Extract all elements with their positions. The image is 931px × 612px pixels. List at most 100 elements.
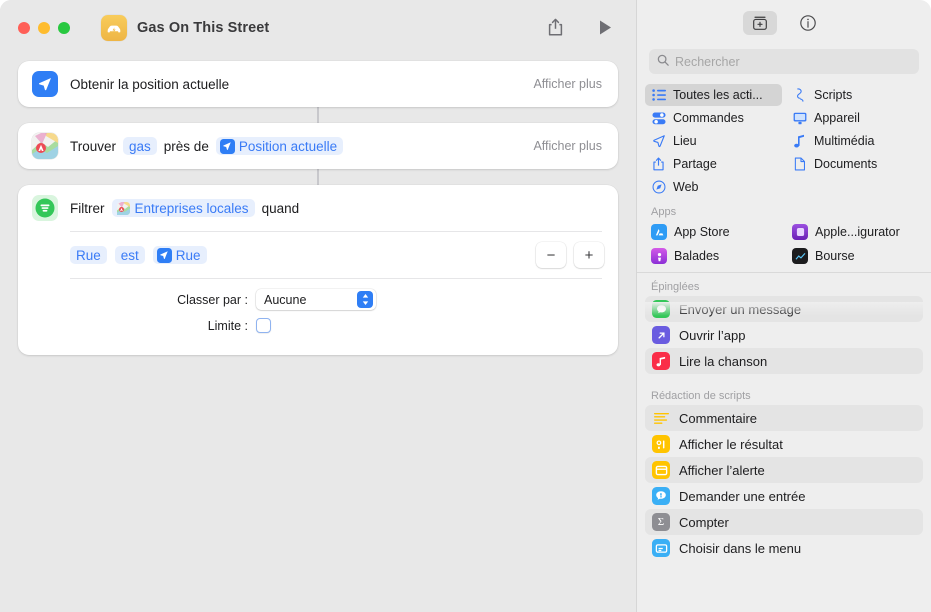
variable-token-label: Position actuelle <box>238 138 338 154</box>
sidebar-item-media[interactable]: Multimédia <box>786 130 923 152</box>
sidebar-item-web[interactable]: Web <box>645 176 782 198</box>
close-button[interactable] <box>18 21 30 34</box>
list-item-send-message[interactable]: Envoyer un message <box>645 296 923 322</box>
action-library-icon[interactable] <box>743 10 777 35</box>
sidebar-item-label: Appareil <box>814 111 860 125</box>
actions-canvas: Obtenir la position actuelle Afficher pl… <box>0 55 636 355</box>
sidebar-item-controls[interactable]: Commandes <box>645 107 782 129</box>
list-item-label: Ouvrir l’app <box>679 327 746 343</box>
filter-lines-icon <box>32 195 58 221</box>
filter-suffix: quand <box>261 200 300 216</box>
subject-token-label: Entreprises locales <box>134 200 249 216</box>
scripting-list: Commentaire Afficher le résultat Affiche… <box>637 405 931 561</box>
sidebar-item-label: Toutes les acti... <box>673 88 763 102</box>
app-store-icon <box>651 224 667 240</box>
open-app-icon <box>652 326 670 344</box>
show-more-link[interactable]: Afficher plus <box>533 77 602 91</box>
app-item-apple-configurator[interactable]: Apple...igurator <box>786 221 923 243</box>
list-item-label: Commentaire <box>679 410 758 426</box>
zoom-button[interactable] <box>58 21 70 34</box>
sidebar-item-all-actions[interactable]: Toutes les acti... <box>645 84 782 106</box>
action-library-sidebar: Rechercher Toutes les acti... Scripts Co… <box>636 0 931 612</box>
action-title: Obtenir la position actuelle <box>70 76 230 92</box>
action-card-get-location[interactable]: Obtenir la position actuelle Afficher pl… <box>18 61 618 107</box>
share-icon <box>651 157 666 171</box>
podcasts-icon <box>651 248 667 264</box>
action-card-find-nearby[interactable]: Trouver gas près de Position actuelle Af… <box>18 123 618 169</box>
action-connector <box>317 169 319 185</box>
comment-lines-icon <box>652 409 670 427</box>
action-card-filter[interactable]: Filtrer Entreprises locales quand Rue es… <box>18 185 618 355</box>
sidebar-item-documents[interactable]: Documents <box>786 153 923 175</box>
list-item-show-result[interactable]: Afficher le résultat <box>645 431 923 457</box>
message-bubble-icon <box>652 300 670 318</box>
pinned-section-header: Épinglées <box>651 281 700 293</box>
location-arrow-icon <box>156 247 172 263</box>
filter-description: Filtrer Entreprises locales quand <box>70 199 299 217</box>
app-item-label: Apple...igurator <box>815 225 900 239</box>
show-more-link[interactable]: Afficher plus <box>533 139 602 153</box>
sidebar-item-label: Web <box>673 180 699 194</box>
add-condition-button[interactable]: + <box>574 242 604 268</box>
condition-field-token[interactable]: Rue <box>70 246 107 264</box>
subject-token-local-businesses[interactable]: Entreprises locales <box>111 199 255 217</box>
document-icon <box>792 157 807 171</box>
filter-options: Classer par : Aucune Limite : <box>18 279 618 355</box>
window-titlebar: Gas On This Street <box>0 0 636 55</box>
condition-value-token[interactable]: Rue <box>152 246 207 264</box>
show-alert-icon <box>652 461 670 479</box>
sidebar-item-device[interactable]: Appareil <box>786 107 923 129</box>
list-item-comment[interactable]: Commentaire <box>645 405 923 431</box>
sidebar-item-scripts[interactable]: Scripts <box>786 84 923 106</box>
stocks-icon <box>792 248 808 264</box>
apps-section-header: Apps <box>651 206 677 218</box>
maps-icon <box>32 133 58 159</box>
safari-compass-icon <box>651 180 666 194</box>
search-query-token[interactable]: gas <box>123 137 157 155</box>
page-title: Gas On This Street <box>137 19 270 36</box>
variable-token-current-location[interactable]: Position actuelle <box>215 137 344 155</box>
sort-by-select[interactable]: Aucune <box>256 289 376 310</box>
category-grid: Toutes les acti... Scripts Commandes App… <box>637 84 931 198</box>
condition-value-label: Rue <box>175 247 201 263</box>
action-connector <box>317 107 319 123</box>
condition-stepper: − + <box>536 242 604 268</box>
controls-icon <box>651 112 666 125</box>
list-item-ask-input[interactable]: Demander une entrée <box>645 483 923 509</box>
limit-checkbox[interactable] <box>256 318 271 333</box>
list-item-label: Lire la chanson <box>679 353 768 369</box>
sort-by-label: Classer par : <box>177 292 248 307</box>
run-button[interactable] <box>590 14 620 42</box>
search-field[interactable]: Rechercher <box>649 49 919 74</box>
condition-operator-token[interactable]: est <box>114 246 145 264</box>
search-icon <box>657 53 669 71</box>
list-item-show-alert[interactable]: Afficher l’alerte <box>645 457 923 483</box>
list-item-choose-from-menu[interactable]: Choisir dans le menu <box>645 535 923 561</box>
app-item-podcasts[interactable]: Balades <box>645 245 782 267</box>
filter-prefix: Filtrer <box>70 200 105 216</box>
info-circle-icon[interactable] <box>791 11 825 35</box>
list-item-open-app[interactable]: Ouvrir l’app <box>645 322 923 348</box>
location-arrow-icon <box>32 71 58 97</box>
sidebar-item-label: Commandes <box>673 111 744 125</box>
sidebar-item-label: Lieu <box>673 134 697 148</box>
remove-condition-button[interactable]: − <box>536 242 566 268</box>
minimize-button[interactable] <box>38 21 50 34</box>
share-button[interactable] <box>540 14 570 42</box>
app-item-stocks[interactable]: Bourse <box>786 245 923 267</box>
sigma-count-icon: Σ <box>652 513 670 531</box>
find-prefix: Trouver <box>70 138 117 154</box>
sidebar-item-location[interactable]: Lieu <box>645 130 782 152</box>
app-item-app-store[interactable]: App Store <box>645 221 782 243</box>
scripts-icon <box>792 88 807 102</box>
sidebar-item-label: Partage <box>673 157 717 171</box>
sidebar-toolbar <box>637 0 931 45</box>
list-item-count[interactable]: Σ Compter <box>645 509 923 535</box>
sort-by-value: Aucune <box>264 292 307 307</box>
list-item-play-song[interactable]: Lire la chanson <box>645 348 923 374</box>
location-arrow-icon <box>651 134 666 148</box>
show-result-icon <box>652 435 670 453</box>
sidebar-item-sharing[interactable]: Partage <box>645 153 782 175</box>
list-item-label: Choisir dans le menu <box>679 540 802 556</box>
app-item-label: Balades <box>674 249 720 263</box>
